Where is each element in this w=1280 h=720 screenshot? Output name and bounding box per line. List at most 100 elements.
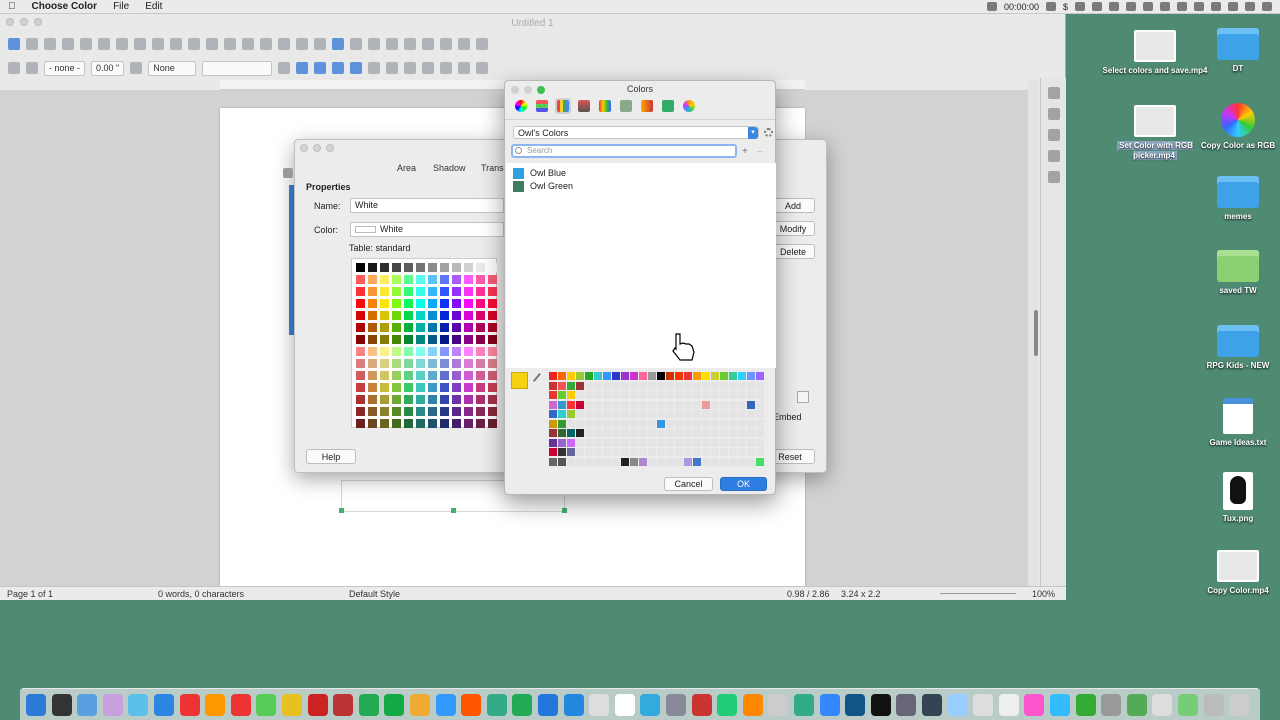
- swatch-cell[interactable]: [657, 372, 665, 380]
- dock-app-icon[interactable]: [410, 694, 430, 716]
- palette-swatch[interactable]: [392, 395, 401, 404]
- palette-swatch[interactable]: [452, 347, 461, 356]
- swatch-cell[interactable]: [756, 400, 764, 409]
- palette-swatch[interactable]: [356, 383, 365, 392]
- zoom-slider[interactable]: [940, 593, 1016, 594]
- swatch-cell[interactable]: [684, 429, 692, 437]
- palette-swatch[interactable]: [476, 287, 485, 296]
- swatch-cell[interactable]: [711, 410, 719, 418]
- palette-swatch[interactable]: [416, 383, 425, 392]
- align-center-icon[interactable]: [314, 62, 327, 74]
- palette-swatch[interactable]: [476, 395, 485, 404]
- palette-swatch[interactable]: [380, 335, 389, 344]
- dock-app-icon[interactable]: [51, 694, 72, 716]
- palette-swatch[interactable]: [452, 263, 461, 272]
- open-icon[interactable]: [26, 38, 38, 50]
- palette-swatch[interactable]: [416, 395, 425, 404]
- record-icon[interactable]: [986, 2, 997, 11]
- swatch-cell[interactable]: [549, 429, 557, 437]
- palette-swatch[interactable]: [356, 263, 365, 272]
- palette-swatch[interactable]: [380, 347, 389, 356]
- spelling-icon[interactable]: [242, 38, 254, 50]
- swatch-cell[interactable]: [567, 391, 575, 399]
- bluetooth-icon[interactable]: [1143, 2, 1153, 11]
- swatch-cell[interactable]: [567, 381, 575, 390]
- palette-swatch[interactable]: [392, 359, 401, 368]
- dock-app-icon[interactable]: [230, 694, 251, 716]
- star-icon[interactable]: [1075, 2, 1085, 11]
- swatch-cell[interactable]: [756, 381, 764, 390]
- draw-icon[interactable]: [476, 38, 488, 50]
- palette-swatch[interactable]: [368, 299, 377, 308]
- swatch-cell[interactable]: [666, 457, 674, 466]
- dock-app-icon[interactable]: [154, 694, 174, 716]
- align-middle-icon[interactable]: [368, 62, 381, 74]
- swatch-cell[interactable]: [675, 381, 683, 390]
- palette-swatch[interactable]: [488, 287, 497, 296]
- swatch-cell[interactable]: [630, 429, 638, 437]
- swatch-cell[interactable]: [630, 457, 638, 466]
- modify-button[interactable]: Modify: [771, 221, 815, 236]
- palette-swatch[interactable]: [464, 407, 473, 416]
- menu-app-name[interactable]: Choose Color: [24, 1, 106, 12]
- swatch-cell[interactable]: [702, 448, 710, 456]
- dock-app-icon[interactable]: [256, 694, 277, 716]
- dock-app-icon[interactable]: [589, 694, 610, 716]
- swatch-cell[interactable]: [702, 372, 710, 380]
- palette-swatch[interactable]: [440, 359, 449, 368]
- dock-app-icon[interactable]: [1203, 694, 1224, 716]
- clone-formatting-icon[interactable]: [170, 38, 182, 50]
- swatch-cell[interactable]: [684, 438, 692, 447]
- swatch-cell[interactable]: [594, 410, 602, 418]
- color-grid-plugin-icon[interactable]: [660, 98, 676, 114]
- frame-handle[interactable]: [451, 508, 456, 513]
- text-box-icon[interactable]: [332, 38, 344, 50]
- swatch-cell[interactable]: [639, 457, 647, 466]
- palette-swatch[interactable]: [428, 359, 437, 368]
- palette-swatch[interactable]: [464, 299, 473, 308]
- swatch-cell[interactable]: [675, 391, 683, 399]
- swatch-cell[interactable]: [738, 419, 746, 428]
- swatch-cell[interactable]: [630, 448, 638, 456]
- swatch-cell[interactable]: [576, 438, 584, 447]
- dock-app-icon[interactable]: [1126, 694, 1147, 716]
- swatch-cell[interactable]: [666, 381, 674, 390]
- palette-swatch[interactable]: [404, 383, 413, 392]
- palette-swatch[interactable]: [356, 323, 365, 332]
- list-item[interactable]: Owl Green: [513, 180, 573, 192]
- frame-handle[interactable]: [339, 508, 344, 513]
- swatch-cell[interactable]: [738, 429, 746, 437]
- palette-swatch[interactable]: [368, 335, 377, 344]
- palette-swatch[interactable]: [368, 383, 377, 392]
- swatch-cell[interactable]: [747, 372, 755, 380]
- palette-swatch[interactable]: [440, 371, 449, 380]
- swatch-cell[interactable]: [585, 438, 593, 447]
- palette-swatch[interactable]: [428, 347, 437, 356]
- eyedropper-icon[interactable]: [532, 372, 548, 388]
- swatch-cell[interactable]: [549, 410, 557, 418]
- siri-icon[interactable]: [1245, 2, 1255, 11]
- palette-swatch[interactable]: [392, 371, 401, 380]
- swatch-cell[interactable]: [729, 400, 737, 409]
- palette-swatch[interactable]: [380, 395, 389, 404]
- dock-app-icon[interactable]: [128, 694, 149, 716]
- swatch-cell[interactable]: [711, 372, 719, 380]
- palette-swatch[interactable]: [392, 287, 401, 296]
- swatch-cell[interactable]: [756, 410, 764, 418]
- swatch-cell[interactable]: [729, 438, 737, 447]
- area-fill-select[interactable]: [202, 60, 273, 76]
- swatch-cell[interactable]: [657, 400, 665, 409]
- palette-swatch[interactable]: [392, 299, 401, 308]
- line-icon[interactable]: [440, 38, 452, 50]
- palette-swatch[interactable]: [464, 335, 473, 344]
- swatch-cell[interactable]: [720, 372, 728, 380]
- palette-swatch[interactable]: [464, 359, 473, 368]
- swatch-cell[interactable]: [639, 448, 647, 456]
- swatch-cell[interactable]: [666, 438, 674, 447]
- swatch-cell[interactable]: [621, 419, 629, 428]
- palette-swatch[interactable]: [368, 419, 377, 428]
- palette-swatch[interactable]: [452, 407, 461, 416]
- palette-swatch[interactable]: [440, 383, 449, 392]
- palette-swatch[interactable]: [476, 275, 485, 284]
- swatch-cell[interactable]: [756, 391, 764, 399]
